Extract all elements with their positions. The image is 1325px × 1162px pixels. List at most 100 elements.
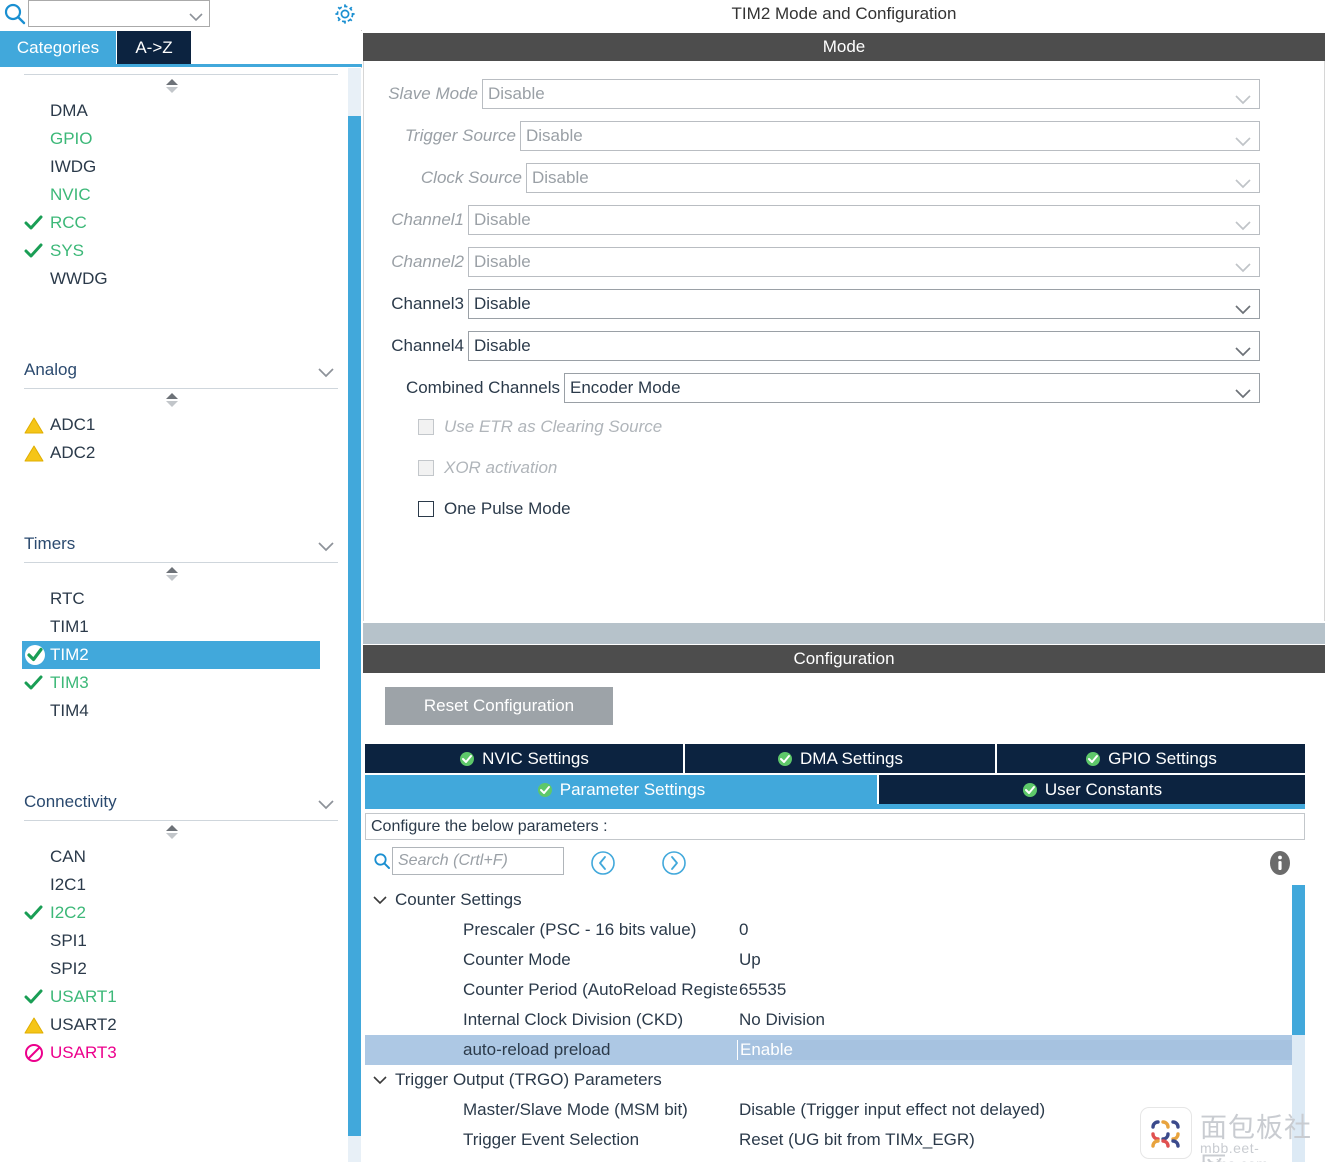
check-icon xyxy=(24,986,50,1008)
list-spinner-2[interactable] xyxy=(0,563,362,585)
sidebar-group-connectivity[interactable]: Connectivity xyxy=(24,783,338,821)
sidebar-item-rcc[interactable]: RCC xyxy=(0,209,362,237)
list-spinner-1[interactable] xyxy=(0,389,362,411)
trigger-source-select[interactable]: Disable xyxy=(520,121,1260,151)
chevron-down-icon xyxy=(1235,132,1251,147)
chevron-down-icon[interactable] xyxy=(318,365,334,378)
sidebar-item-tim1[interactable]: TIM1 xyxy=(0,613,362,641)
configuration-section-header: Configuration xyxy=(363,645,1325,673)
chevron-down-icon xyxy=(1235,90,1251,105)
param-group-trigger-output[interactable]: Trigger Output (TRGO) Parameters xyxy=(365,1065,1305,1095)
sidebar-item-usart3[interactable]: USART3 xyxy=(0,1039,362,1067)
clock-source-label: Clock Source xyxy=(420,168,522,187)
check-icon xyxy=(24,672,50,694)
channel2-select[interactable]: Disable xyxy=(468,247,1260,277)
active-tab-underline xyxy=(365,804,1305,809)
status-none-icon xyxy=(24,128,50,150)
warning-icon xyxy=(24,1014,50,1036)
chevron-down-icon[interactable] xyxy=(189,9,203,22)
search-input[interactable] xyxy=(33,5,183,23)
channel4-select[interactable]: Disable xyxy=(468,331,1260,361)
chevron-down-icon[interactable] xyxy=(318,797,334,810)
tab-user-constants[interactable]: User Constants xyxy=(879,775,1305,804)
checkbox-box xyxy=(418,460,434,476)
chevron-down-icon xyxy=(1235,300,1251,315)
tab-nvic-settings[interactable]: NVIC Settings xyxy=(365,744,683,773)
info-icon[interactable] xyxy=(1265,848,1295,883)
sidebar-item-spi1[interactable]: SPI1 xyxy=(0,927,362,955)
sidebar-item-spi2[interactable]: SPI2 xyxy=(0,955,362,983)
reset-configuration-button[interactable]: Reset Configuration xyxy=(385,687,613,725)
check-icon xyxy=(24,902,50,924)
channel1-label: Channel1 xyxy=(391,210,464,229)
sidebar-group-analog[interactable]: Analog xyxy=(24,351,338,389)
combined-channels-select[interactable]: Encoder Mode xyxy=(564,373,1260,403)
sidebar-item-usart2[interactable]: USART2 xyxy=(0,1011,362,1039)
sidebar-item-iwdg[interactable]: IWDG xyxy=(0,153,362,181)
table-row-selected[interactable]: auto-reload preload Enable xyxy=(365,1035,1305,1065)
list-spinner-0[interactable] xyxy=(0,75,362,97)
check-circle-icon xyxy=(1022,782,1038,798)
chevron-right-circle-icon[interactable] xyxy=(661,850,687,881)
table-row[interactable]: Internal Clock Division (CKD) No Divisio… xyxy=(365,1005,1305,1035)
tab-parameter-settings[interactable]: Parameter Settings xyxy=(365,775,877,804)
channel3-select[interactable]: Disable xyxy=(468,289,1260,319)
component-main-panel: TIM2 Mode and Configuration Mode Slave M… xyxy=(363,0,1325,1162)
use-etr-clearing-source-checkbox[interactable]: Use ETR as Clearing Source xyxy=(418,413,662,441)
panel-splitter[interactable] xyxy=(363,622,1325,644)
tab-dma-settings[interactable]: DMA Settings xyxy=(685,744,995,773)
table-row[interactable]: Trigger Event Selection Reset (UG bit fr… xyxy=(365,1125,1305,1155)
configuration-body: Reset Configuration NVIC Settings DMA Se… xyxy=(363,673,1325,1162)
check-circle-icon xyxy=(1085,751,1101,767)
sidebar-item-tim2[interactable]: TIM2 xyxy=(22,641,320,669)
sidebar-item-i2c1[interactable]: I2C1 xyxy=(0,871,362,899)
combined-channels-label: Combined Channels xyxy=(405,378,560,397)
table-row[interactable]: Counter Mode Up xyxy=(365,945,1305,975)
warning-icon xyxy=(24,414,50,436)
chevron-down-icon[interactable] xyxy=(373,1075,387,1085)
tab-categories[interactable]: Categories xyxy=(0,31,116,64)
configuration-tabs-row-1: NVIC Settings DMA Settings GPIO Settings xyxy=(365,744,1305,773)
check-circle-icon xyxy=(459,751,475,767)
table-row[interactable]: Prescaler (PSC - 16 bits value) 0 xyxy=(365,915,1305,945)
app-window: Categories A->Z DMA GPIO IWDG NVIC RCC S… xyxy=(0,0,1325,1162)
sidebar-item-can[interactable]: CAN xyxy=(0,843,362,871)
tab-a-to-z[interactable]: A->Z xyxy=(117,31,191,64)
xor-activation-checkbox[interactable]: XOR activation xyxy=(418,454,557,482)
sidebar-item-tim3[interactable]: TIM3 xyxy=(0,669,362,697)
table-row[interactable]: Master/Slave Mode (MSM bit) Disable (Tri… xyxy=(365,1095,1305,1125)
sidebar-item-usart1[interactable]: USART1 xyxy=(0,983,362,1011)
configure-hint: Configure the below parameters : xyxy=(365,813,1305,840)
sidebar-item-tim4[interactable]: TIM4 xyxy=(0,697,362,725)
sidebar-item-rtc[interactable]: RTC xyxy=(0,585,362,613)
sidebar-item-gpio[interactable]: GPIO xyxy=(0,125,362,153)
status-none-icon xyxy=(24,588,50,610)
parameter-search-input[interactable] xyxy=(392,847,564,875)
sidebar-item-wwdg[interactable]: WWDG xyxy=(0,265,362,293)
chevron-down-icon[interactable] xyxy=(373,895,387,905)
channel1-select[interactable]: Disable xyxy=(468,205,1260,235)
sidebar-item-nvic[interactable]: NVIC xyxy=(0,181,362,209)
status-none-icon xyxy=(24,616,50,638)
list-spinner-3[interactable] xyxy=(0,821,362,843)
gear-icon[interactable] xyxy=(332,1,358,27)
sidebar-item-dma[interactable]: DMA xyxy=(0,97,362,125)
sidebar-group-timers[interactable]: Timers xyxy=(24,525,338,563)
sidebar-item-adc2[interactable]: ADC2 xyxy=(0,439,362,467)
slave-mode-select[interactable]: Disable xyxy=(482,79,1260,109)
table-row[interactable]: Counter Period (AutoReload Register - 1.… xyxy=(365,975,1305,1005)
clock-source-select[interactable]: Disable xyxy=(526,163,1260,193)
chevron-left-circle-icon[interactable] xyxy=(590,850,616,881)
param-group-counter-settings[interactable]: Counter Settings xyxy=(365,885,1305,915)
sidebar-item-sys[interactable]: SYS xyxy=(0,237,362,265)
status-none-icon xyxy=(24,268,50,290)
sidebar-item-i2c2[interactable]: I2C2 xyxy=(0,899,362,927)
one-pulse-mode-checkbox[interactable]: One Pulse Mode xyxy=(418,495,571,523)
tab-gpio-settings[interactable]: GPIO Settings xyxy=(997,744,1305,773)
sidebar-item-adc1[interactable]: ADC1 xyxy=(0,411,362,439)
sidebar-scrollbar-thumb[interactable] xyxy=(348,116,361,1136)
component-search-combo[interactable] xyxy=(28,0,210,27)
parameter-scrollbar-thumb[interactable] xyxy=(1292,885,1305,1035)
blocked-icon xyxy=(24,1042,50,1064)
chevron-down-icon[interactable] xyxy=(318,539,334,552)
